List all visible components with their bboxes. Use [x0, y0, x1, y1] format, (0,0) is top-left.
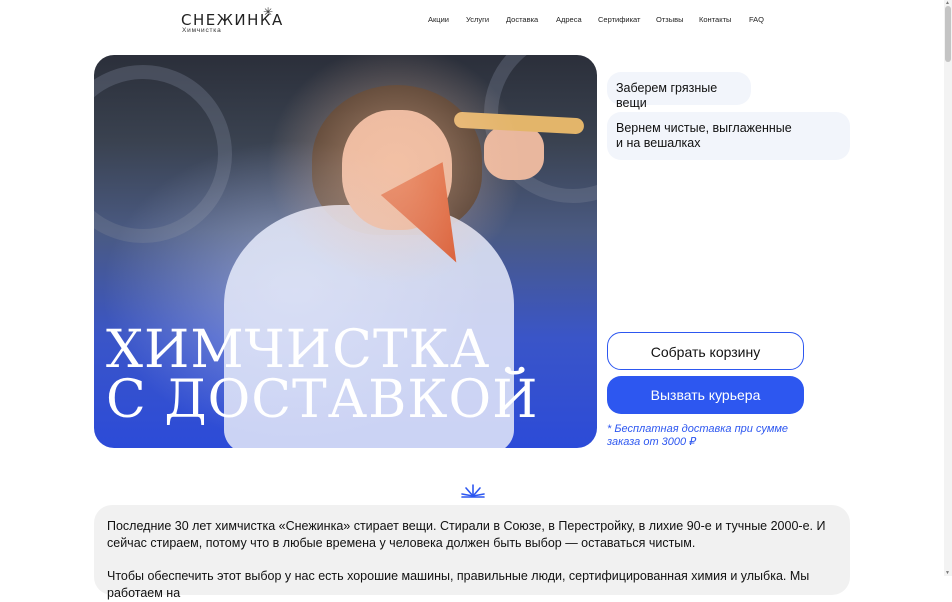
return-text-line1: Вернем чистые, выглаженные [616, 121, 792, 135]
scroll-down-icon[interactable]: ▼ [945, 570, 950, 576]
page-scrollbar[interactable]: ▲ ▼ [944, 0, 952, 576]
free-delivery-note: * Бесплатная доставка при сумме заказа о… [607, 423, 789, 448]
scrollbar-thumb[interactable] [945, 6, 951, 62]
hero-banner: ХИМЧИСТКА С ДОСТАВКОЙ [94, 55, 597, 448]
nav-services[interactable]: Услуги [466, 15, 489, 24]
return-bubble: Вернем чистые, выглаженные и на вешалках [607, 112, 850, 160]
build-cart-button[interactable]: Собрать корзину [607, 332, 804, 370]
nav-promotions[interactable]: Акции [428, 15, 449, 24]
nav-faq[interactable]: FAQ [749, 15, 764, 24]
snowflake-burst-icon [461, 484, 485, 498]
pickup-bubble: Заберем грязные вещи [607, 72, 751, 110]
return-text-line2: и на вешалках [616, 136, 701, 150]
site-header: СНЕЖИНКА ✳ Химчистка Акции Услуги Достав… [0, 0, 944, 44]
nav-delivery[interactable]: Доставка [506, 15, 538, 24]
hero-title: ХИМЧИСТКА С ДОСТАВКОЙ [106, 320, 539, 430]
hero-title-line1: ХИМЧИСТКА [106, 320, 491, 380]
nav-certificate[interactable]: Сертификат [598, 15, 640, 24]
about-paragraph-1: Последние 30 лет химчистка «Снежинка» ст… [107, 519, 826, 550]
nav-reviews[interactable]: Отзывы [656, 15, 683, 24]
call-courier-button[interactable]: Вызвать курьера [607, 376, 804, 414]
logo[interactable]: СНЕЖИНКА ✳ Химчистка [181, 5, 282, 37]
snowflake-logo-icon: ✳ [263, 5, 274, 19]
nav-addresses[interactable]: Адреса [556, 15, 582, 24]
about-section: Последние 30 лет химчистка «Снежинка» ст… [94, 505, 850, 600]
hero-title-line2: С ДОСТАВКОЙ [106, 370, 539, 430]
logo-subtitle: Химчистка [182, 27, 222, 34]
about-paragraph-2: Чтобы обеспечить этот выбор у нас есть х… [107, 569, 810, 600]
nav-contacts[interactable]: Контакты [699, 15, 731, 24]
pickup-text: Заберем грязные вещи [616, 81, 718, 110]
